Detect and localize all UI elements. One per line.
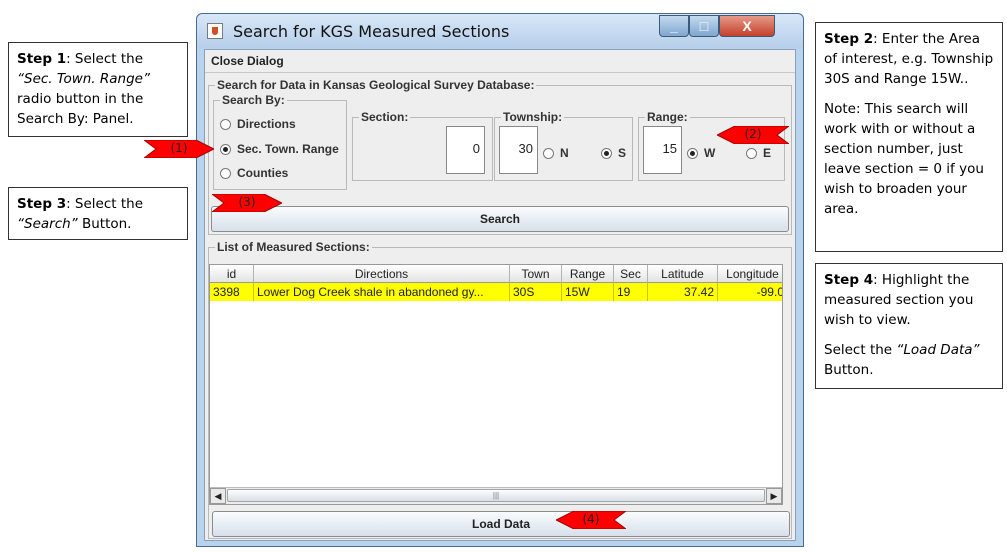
cell-longitude[interactable]: -99.0 bbox=[718, 283, 782, 301]
search-by-panel: Search By: Directions Sec. Town. Range C… bbox=[213, 93, 347, 190]
cell-latitude[interactable]: 37.42 bbox=[648, 283, 718, 301]
callout-step2: Step 2: Enter the Area of interest, e.g.… bbox=[815, 22, 1003, 252]
step4-text-c: Button. bbox=[824, 362, 874, 378]
range-radio-e-circle[interactable] bbox=[746, 148, 757, 159]
section-label: Section: bbox=[359, 110, 411, 124]
scroll-left-icon[interactable]: ◀ bbox=[210, 488, 226, 504]
radio-sec-town-range[interactable]: Sec. Town. Range bbox=[220, 141, 339, 157]
step3-em: “Search” bbox=[17, 216, 78, 232]
callout-step1: Step 1: Select the “Sec. Town. Range” ra… bbox=[8, 42, 188, 137]
township-radio-s-circle[interactable] bbox=[601, 148, 612, 159]
close-dialog-menu[interactable]: Close Dialog bbox=[211, 54, 284, 68]
arrow-step2: (2) bbox=[717, 126, 789, 144]
township-panel: Township: 30 N S bbox=[494, 110, 633, 181]
col-header-range[interactable]: Range bbox=[562, 265, 614, 283]
list-panel-label: List of Measured Sections: bbox=[215, 240, 372, 254]
step4-em: “Load Data” bbox=[896, 342, 980, 358]
search-by-label: Search By: bbox=[220, 93, 287, 107]
step4-text-b: Select the bbox=[824, 342, 897, 358]
cell-directions[interactable]: Lower Dog Creek shale in abandoned gy... bbox=[254, 283, 510, 301]
step3-text-a: : Select the bbox=[66, 196, 144, 212]
township-label: Township: bbox=[501, 110, 565, 124]
township-radio-n[interactable]: N bbox=[543, 145, 569, 161]
step1-text-b: radio button in the Search By: Panel. bbox=[17, 91, 144, 127]
cell-town[interactable]: 30S bbox=[510, 283, 562, 301]
arrow-step2-label: (2) bbox=[744, 127, 762, 141]
load-data-button[interactable]: Load Data bbox=[212, 511, 790, 537]
step3-heading: Step 3 bbox=[17, 196, 67, 212]
window-title: Search for KGS Measured Sections bbox=[233, 22, 510, 41]
title-bar[interactable]: Search for KGS Measured Sections _ □ X bbox=[197, 14, 803, 48]
measured-sections-table[interactable]: id Directions Town Range Sec Latitude Lo… bbox=[209, 264, 783, 505]
range-label: Range: bbox=[645, 110, 690, 124]
arrow-step1: (1) bbox=[144, 140, 214, 158]
township-radio-n-circle[interactable] bbox=[543, 148, 554, 159]
arrow-step3-label: (3) bbox=[238, 195, 256, 209]
step3-text-b: Button. bbox=[77, 216, 132, 232]
search-panel-label: Search for Data in Kansas Geological Sur… bbox=[215, 78, 537, 92]
step2-heading: Step 2 bbox=[824, 31, 874, 47]
cell-id[interactable]: 3398 bbox=[210, 283, 254, 301]
section-input[interactable]: 0 bbox=[446, 126, 485, 174]
col-header-id[interactable]: id bbox=[210, 265, 254, 283]
range-e-label: E bbox=[763, 146, 772, 160]
step1-em: “Sec. Town. Range” bbox=[17, 71, 150, 87]
range-radio-w-circle[interactable] bbox=[687, 148, 698, 159]
section-panel: Section: 0 bbox=[352, 110, 493, 181]
callout-step4: Step 4: Highlight the measured section y… bbox=[815, 263, 1003, 389]
menu-bar: Close Dialog bbox=[205, 50, 795, 73]
minimize-button[interactable]: _ bbox=[659, 15, 689, 37]
callout-step3: Step 3: Select the “Search” Button. bbox=[8, 187, 188, 240]
township-input[interactable]: 30 bbox=[499, 126, 538, 174]
range-input[interactable]: 15 bbox=[643, 126, 682, 174]
step4-heading: Step 4 bbox=[824, 272, 874, 288]
radio-counties[interactable]: Counties bbox=[220, 165, 288, 181]
radio-directions[interactable]: Directions bbox=[220, 116, 296, 132]
col-header-latitude[interactable]: Latitude bbox=[648, 265, 718, 283]
radio-sec-town-range-label: Sec. Town. Range bbox=[237, 142, 339, 156]
arrow-step4-label: (4) bbox=[582, 512, 600, 526]
range-radio-e[interactable]: E bbox=[746, 145, 771, 161]
arrow-step4: (4) bbox=[556, 511, 626, 529]
scroll-right-icon[interactable]: ▶ bbox=[766, 488, 782, 504]
maximize-button[interactable]: □ bbox=[689, 15, 719, 37]
radio-sec-town-range-circle[interactable] bbox=[220, 144, 231, 155]
horizontal-scrollbar[interactable]: ◀ ||| ▶ bbox=[210, 487, 782, 504]
township-s-label: S bbox=[618, 146, 627, 160]
col-header-town[interactable]: Town bbox=[510, 265, 562, 283]
radio-directions-circle[interactable] bbox=[220, 119, 231, 130]
township-radio-s[interactable]: S bbox=[601, 145, 626, 161]
cell-range[interactable]: 15W bbox=[562, 283, 614, 301]
close-window-button[interactable]: X bbox=[719, 15, 775, 37]
dialog-content: Close Dialog Search for Data in Kansas G… bbox=[204, 49, 796, 541]
step2-note: Note: This search will work with or with… bbox=[824, 101, 984, 217]
col-header-longitude[interactable]: Longitude bbox=[718, 265, 782, 283]
search-panel: Search for Data in Kansas Geological Sur… bbox=[208, 78, 792, 235]
search-button[interactable]: Search bbox=[211, 206, 789, 232]
scroll-thumb[interactable]: ||| bbox=[227, 489, 765, 502]
radio-directions-label: Directions bbox=[237, 117, 296, 131]
step1-heading: Step 1 bbox=[17, 51, 67, 67]
col-header-directions[interactable]: Directions bbox=[254, 265, 510, 283]
radio-counties-label: Counties bbox=[237, 166, 289, 180]
cell-sec[interactable]: 19 bbox=[614, 283, 648, 301]
java-app-icon bbox=[207, 23, 223, 39]
col-header-sec[interactable]: Sec bbox=[614, 265, 648, 283]
arrow-step1-label: (1) bbox=[170, 141, 188, 155]
township-n-label: N bbox=[560, 146, 569, 160]
search-dialog-window: Search for KGS Measured Sections _ □ X C… bbox=[196, 13, 804, 547]
range-radio-w[interactable]: W bbox=[687, 145, 715, 161]
range-w-label: W bbox=[704, 146, 716, 160]
step1-text-a: : Select the bbox=[66, 51, 144, 67]
arrow-step3: (3) bbox=[212, 194, 282, 212]
radio-counties-circle[interactable] bbox=[220, 168, 231, 179]
